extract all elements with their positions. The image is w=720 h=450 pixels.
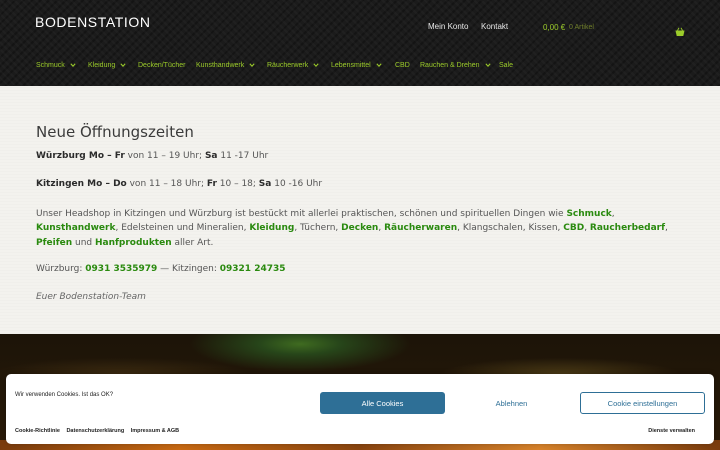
hours-kitzingen: Kitzingen Mo – Do von 11 – 18 Uhr; Fr 10… (36, 179, 322, 189)
signature: Euer Bodenstation-Team (36, 292, 146, 302)
site-logo[interactable]: BODENSTATION (35, 14, 151, 30)
link-kunsthandwerk[interactable]: Kunsthandwerk (36, 223, 115, 233)
hours-day: Fr (206, 179, 217, 189)
hours-label: Kitzingen Mo – Do (36, 179, 127, 189)
text: aller Art. (171, 237, 214, 248)
phone-kitzingen-link[interactable]: 09321 24735 (220, 264, 286, 274)
contact-link[interactable]: Kontakt (481, 22, 508, 31)
nav-label: Sale (499, 62, 514, 69)
nav-item-kunsthandwerk[interactable]: Kunsthandwerk (196, 62, 255, 69)
text: , (665, 223, 668, 234)
imprint-link[interactable]: Impressum & AGB (131, 428, 179, 434)
link-decken[interactable]: Decken (341, 223, 378, 233)
basket-icon[interactable] (675, 22, 685, 36)
nav-item-sale[interactable]: Sale (499, 62, 513, 69)
nav-label: CBD (395, 62, 410, 69)
text: und (72, 237, 95, 248)
hours-label: Würzburg Mo – Fr (36, 151, 125, 161)
cookie-banner: Wir verwenden Cookies. Ist das OK? Alle … (6, 374, 714, 444)
hours-wuerzburg: Würzburg Mo – Fr von 11 – 19 Uhr; Sa 11 … (36, 151, 268, 161)
chevron-down-icon (70, 63, 76, 68)
deny-cookies-button[interactable]: Ablehnen (449, 392, 574, 414)
privacy-policy-link[interactable]: Datenschutzerklärung (66, 428, 124, 434)
nav-item-decken[interactable]: Decken/Tücher (138, 62, 185, 69)
text: Unser Headshop in Kitzingen und Würzburg… (36, 209, 567, 219)
main-content: Neue Öffnungszeiten Würzburg Mo – Fr von… (0, 86, 720, 334)
link-pfeifen[interactable]: Pfeifen (36, 238, 72, 248)
cookie-message: Wir verwenden Cookies. Ist das OK? (15, 392, 114, 398)
cookie-settings-button[interactable]: Cookie einstellungen (580, 392, 705, 414)
hours-text: 10 – 18; (216, 179, 259, 189)
cookie-policy-link[interactable]: Cookie-Richtlinie (15, 428, 60, 434)
cookie-footer-links: Cookie-Richtlinie Datenschutzerklärung I… (15, 428, 184, 434)
nav-label: Räucherwerk (267, 62, 309, 69)
text: — Kitzingen: (157, 264, 220, 274)
hours-day: Sa (204, 151, 218, 161)
accept-all-cookies-button[interactable]: Alle Cookies (320, 392, 445, 414)
chevron-down-icon (376, 63, 382, 68)
nav-item-cbd[interactable]: CBD (395, 62, 410, 69)
nav-item-raeucherwerk[interactable]: Räucherwerk (267, 62, 319, 69)
link-raeucherwaren[interactable]: Räucherwaren (384, 223, 457, 233)
phone-line: Würzburg: 0931 3535979 — Kitzingen: 0932… (36, 264, 286, 274)
hours-text: von 11 – 19 Uhr; (124, 151, 205, 161)
hours-day: Sa (258, 179, 272, 189)
link-schmuck[interactable]: Schmuck (566, 209, 611, 219)
nav-label: Lebensmittel (331, 62, 371, 69)
nav-label: Kunsthandwerk (196, 62, 245, 69)
chevron-down-icon (120, 63, 126, 68)
shop-description: Unser Headshop in Kitzingen und Würzburg… (36, 207, 686, 250)
link-cbd[interactable]: CBD (563, 223, 584, 233)
text: , Klangschalen, Kissen, (457, 223, 564, 234)
nav-item-lebensmittel[interactable]: Lebensmittel (331, 62, 382, 69)
text: , Tüchern, (294, 223, 342, 234)
cart-count[interactable]: 0 Artikel (569, 24, 594, 31)
phone-wuerzburg-link[interactable]: 0931 3535979 (85, 264, 157, 274)
link-kleidung[interactable]: Kleidung (249, 223, 294, 233)
text: Würzburg: (36, 264, 86, 274)
nav-label: Rauchen & Drehen (420, 62, 480, 69)
manage-services-link[interactable]: Dienste verwalten (648, 428, 695, 434)
page-title: Neue Öffnungszeiten (36, 123, 194, 141)
chevron-down-icon (484, 63, 491, 68)
nav-item-kleidung[interactable]: Kleidung (88, 62, 126, 69)
site-header: BODENSTATION Mein Konto Kontakt 0,00 € 0… (0, 0, 720, 86)
nav-item-rauchen-drehen[interactable]: Rauchen & Drehen (420, 62, 491, 69)
chevron-down-icon (249, 63, 255, 68)
cart-total[interactable]: 0,00 € (543, 23, 565, 32)
nav-item-schmuck[interactable]: Schmuck (36, 62, 76, 69)
text: , Edelsteinen und Mineralien, (115, 223, 250, 234)
text: , (611, 209, 615, 219)
hours-text: 10 -16 Uhr (271, 179, 323, 189)
link-hanfprodukte[interactable]: Hanfprodukten (95, 238, 172, 248)
nav-label: Schmuck (36, 62, 65, 69)
hours-text: von 11 – 18 Uhr; (126, 179, 207, 189)
my-account-link[interactable]: Mein Konto (428, 22, 468, 31)
link-raucherbedarf[interactable]: Raucherbedarf (590, 223, 665, 233)
chevron-down-icon (313, 63, 319, 68)
nav-label: Kleidung (88, 62, 116, 69)
hours-text: 11 -17 Uhr (217, 151, 269, 161)
nav-label: Decken/Tücher (138, 62, 186, 69)
